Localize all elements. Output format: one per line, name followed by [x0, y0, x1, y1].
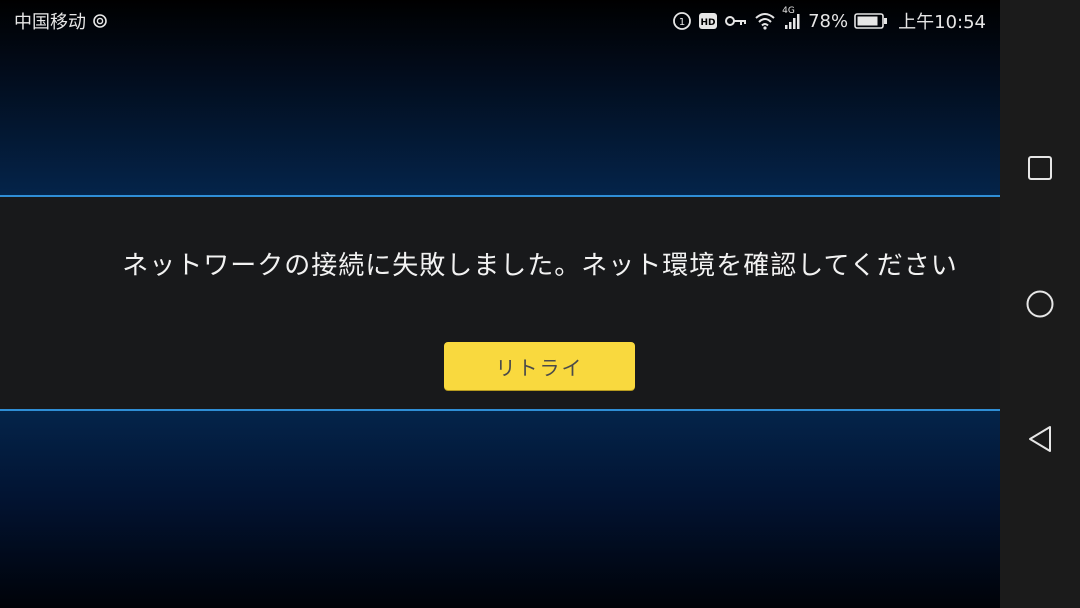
network-type: 4G	[782, 6, 795, 16]
game-screen: 中国移动 1 HD 4G 78% 上午10:54 ネットワークの接続に失敗しまし…	[0, 0, 1080, 608]
cellular-signal-icon: 4G	[782, 6, 802, 30]
svg-text:1: 1	[679, 17, 685, 28]
status-bar: 中国移动 1 HD 4G 78% 上午10:54	[0, 0, 1000, 40]
key-icon	[724, 13, 748, 29]
circle-icon	[1026, 290, 1054, 318]
carrier-name: 中国移动	[14, 12, 86, 33]
back-button[interactable]	[1024, 423, 1056, 455]
volte-icon: 1	[672, 11, 692, 31]
battery-percent: 78%	[808, 10, 849, 32]
battery-icon	[854, 12, 888, 30]
hd-icon: HD	[698, 12, 718, 30]
square-icon	[1028, 156, 1052, 180]
wifi-icon	[754, 12, 776, 30]
network-error-dialog: ネットワークの接続に失敗しました。ネット環境を確認してください リトライ	[0, 195, 1000, 411]
carrier-signal-icon	[92, 13, 108, 29]
carrier-group: 中国移动	[14, 8, 108, 34]
navigation-bar	[1000, 0, 1080, 608]
clock: 上午10:54	[898, 12, 986, 33]
recents-button[interactable]	[1024, 152, 1056, 184]
retry-button[interactable]: リトライ	[444, 342, 635, 390]
back-triangle-icon	[1029, 426, 1051, 452]
error-message: ネットワークの接続に失敗しました。ネット環境を確認してください	[122, 251, 958, 281]
background-bottom	[0, 411, 1000, 608]
status-icons: 1 HD 4G 78% 上午10:54	[672, 6, 986, 34]
svg-text:HD: HD	[701, 18, 716, 28]
home-button[interactable]	[1024, 288, 1056, 320]
